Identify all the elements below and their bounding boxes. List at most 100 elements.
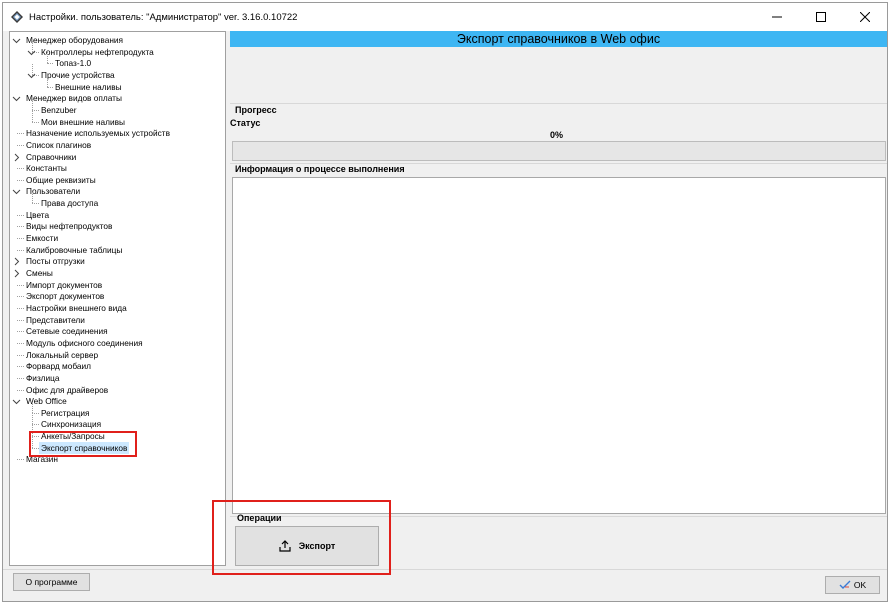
tree-item[interactable]: Офис для драйверов (26, 384, 108, 396)
app-diamond-icon (11, 11, 23, 23)
about-button[interactable]: О программе (13, 573, 90, 591)
tree-connector (17, 354, 24, 356)
tree-connector (17, 133, 24, 135)
tree-item[interactable]: Емкости (26, 232, 58, 244)
tree-item[interactable]: Настройки внешнего вида (26, 302, 127, 314)
tree-item[interactable]: Форвард мобаил (26, 360, 91, 372)
process-info-log[interactable] (232, 177, 886, 514)
ok-button-label: OK (853, 580, 867, 590)
tree-item[interactable]: Представители (26, 314, 85, 326)
tree-connector (17, 459, 24, 461)
close-button[interactable] (843, 3, 887, 31)
tree-connector (17, 331, 24, 333)
status-label: Статус (230, 118, 261, 128)
tree-connector (17, 249, 24, 251)
tree-item[interactable]: Импорт документов (26, 279, 102, 291)
tree-connector (17, 366, 24, 368)
chevron-right-icon[interactable] (12, 153, 21, 162)
tree-connector (17, 168, 24, 170)
tree-item[interactable]: Регистрация (41, 407, 90, 419)
chevron-down-icon[interactable] (27, 71, 36, 80)
title-bar[interactable]: Настройки. пользователь: "Администратор"… (3, 3, 887, 31)
annotation-highlight-tree-item (29, 431, 137, 457)
tree-connector (32, 412, 39, 414)
tree-connector (17, 226, 24, 228)
chevron-down-icon[interactable] (12, 187, 21, 196)
ok-check-icon (839, 580, 851, 589)
settings-tree[interactable]: Менеджер оборудования Контроллеры нефтепр… (9, 31, 226, 566)
tree-item[interactable]: Посты отгрузки (26, 255, 85, 267)
tree-connector (32, 110, 33, 122)
tree-connector (32, 192, 33, 204)
chevron-down-icon[interactable] (12, 94, 21, 103)
chevron-down-icon[interactable] (12, 397, 21, 406)
about-button-label: О программе (25, 577, 78, 587)
page-title: Экспорт справочников в Web офис (230, 31, 887, 47)
maximize-icon (816, 12, 826, 22)
tree-connector (17, 377, 24, 379)
progress-group-title: Прогресс (235, 105, 277, 115)
tree-connector (17, 389, 24, 391)
tree-connector (47, 52, 48, 64)
tree-connector (47, 63, 53, 65)
window-title: Настройки. пользователь: "Администратор"… (29, 12, 298, 23)
tree-item[interactable]: Калибровочные таблицы (26, 244, 122, 256)
tree-connector (32, 424, 39, 426)
tree-item[interactable]: Цвета (26, 209, 49, 221)
tree-item[interactable]: Экспорт документов (26, 290, 104, 302)
chevron-right-icon[interactable] (12, 257, 21, 266)
tree-connector (32, 109, 39, 111)
tree-connector (17, 214, 24, 216)
tree-item[interactable]: Менеджер оборудования (26, 34, 123, 46)
tree-item[interactable]: Справочники (26, 151, 76, 163)
tree-item[interactable]: Список плагинов (26, 139, 91, 151)
maximize-button[interactable] (799, 3, 843, 31)
info-group-title: Информация о процессе выполнения (235, 164, 405, 174)
tree-connector (32, 413, 33, 425)
tree-connector (17, 144, 24, 146)
chevron-down-icon[interactable] (27, 48, 36, 57)
tree-item[interactable]: Локальный сервер (26, 349, 98, 361)
tree-item[interactable]: Физлица (26, 372, 60, 384)
tree-item[interactable]: Общие реквизиты (26, 174, 96, 186)
tree-item[interactable]: Смены (26, 267, 53, 279)
tree-item[interactable]: Права доступа (41, 197, 98, 209)
progress-bar (232, 141, 886, 161)
tree-connector (47, 86, 53, 88)
annotation-highlight-export-button (212, 500, 391, 575)
tree-connector (17, 307, 24, 309)
tree-connector (17, 179, 24, 181)
tree-item[interactable]: Benzuber (41, 104, 77, 116)
tree-item[interactable]: Константы (26, 162, 67, 174)
settings-window: Настройки. пользователь: "Администратор"… (2, 2, 888, 602)
ok-button[interactable]: OK (825, 576, 880, 594)
tree-connector (47, 75, 48, 87)
tree-connector (32, 121, 39, 123)
tree-connector (32, 98, 33, 110)
progress-percent: 0% (550, 130, 564, 140)
chevron-right-icon[interactable] (12, 269, 21, 278)
tree-item[interactable]: Модуль офисного соединения (26, 337, 143, 349)
tree-item[interactable]: Пользователи (26, 185, 80, 197)
tree-item[interactable]: Внешние наливы (55, 81, 122, 93)
tree-item[interactable]: Топаз-1.0 (55, 57, 91, 69)
tree-item[interactable]: Синхронизация (41, 418, 101, 430)
tree-connector (17, 284, 24, 286)
divider (230, 103, 887, 104)
tree-connector (17, 342, 24, 344)
tree-connector (17, 238, 24, 240)
tree-item[interactable]: Назначение используемых устройств (26, 127, 170, 139)
tree-item[interactable]: Сетевые соединения (26, 325, 108, 337)
tree-connector (32, 203, 39, 205)
minimize-button[interactable] (755, 3, 799, 31)
tree-item[interactable]: Мои внешние наливы (41, 116, 125, 128)
tree-item[interactable]: Менеджер видов оплаты (26, 92, 122, 104)
tree-item[interactable]: Контроллеры нефтепродукта (41, 46, 154, 58)
tree-connector (32, 401, 33, 413)
tree-item[interactable]: Прочие устройства (41, 69, 115, 81)
tree-item[interactable]: Виды нефтепродуктов (26, 220, 112, 232)
minimize-icon (772, 16, 782, 18)
chevron-down-icon[interactable] (12, 36, 21, 45)
footer-divider (3, 569, 887, 570)
tree-connector (17, 296, 24, 298)
